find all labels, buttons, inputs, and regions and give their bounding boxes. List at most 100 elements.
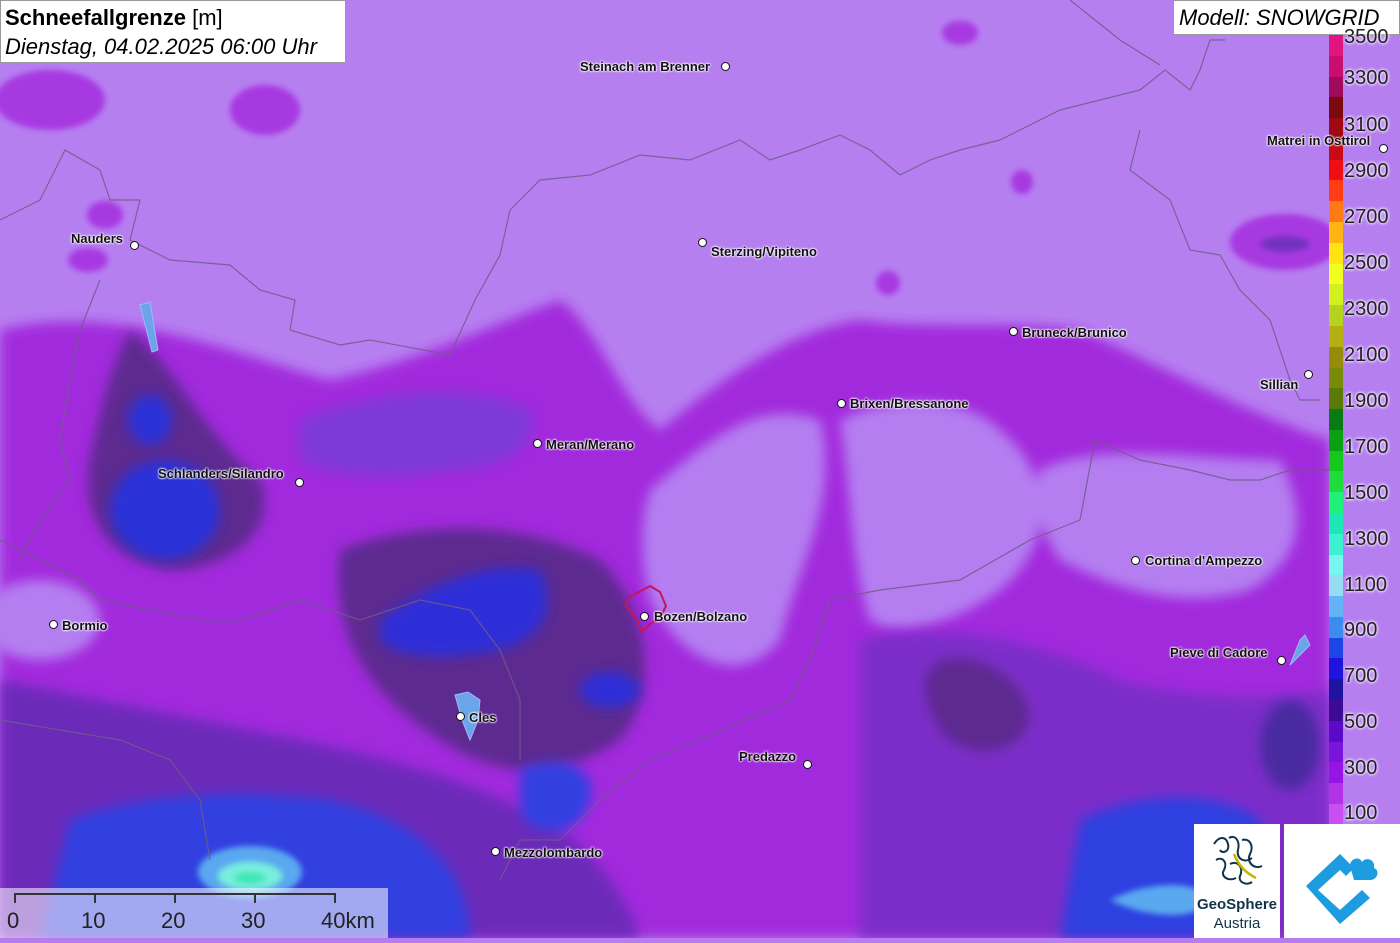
- legend-swatch: [1329, 616, 1343, 638]
- legend-label: 2900: [1344, 160, 1389, 182]
- scale-label: 30: [241, 908, 266, 933]
- legend-label: 700: [1344, 665, 1378, 687]
- scale-label: 0: [7, 908, 20, 933]
- legend-label: 2300: [1344, 298, 1389, 320]
- legend-label: 3100: [1344, 114, 1389, 136]
- legend-swatch: [1329, 658, 1343, 680]
- scale-tick: [94, 893, 96, 903]
- legend-swatch: [1329, 305, 1343, 326]
- city-label: Steinach am Brenner: [580, 59, 711, 74]
- legend-swatch: [1329, 367, 1343, 389]
- legend-label: 1100: [1344, 574, 1388, 596]
- legend-swatch: [1329, 450, 1343, 472]
- legend-label: 1300: [1344, 528, 1389, 550]
- city-label: Cortina d'Ampezzo: [1145, 553, 1263, 568]
- legend-swatch: [1329, 284, 1343, 306]
- city-label: Bormio: [62, 618, 108, 633]
- city-marker-icon[interactable]: [1379, 144, 1388, 153]
- scale-label: 20: [161, 908, 186, 933]
- legend-swatch: [1329, 803, 1343, 825]
- legend-label: 3500: [1344, 26, 1389, 48]
- legend-swatch: [1329, 97, 1343, 119]
- legend-swatch: [1329, 55, 1343, 77]
- city-marker-icon[interactable]: [803, 760, 812, 769]
- legend-label: 2100: [1344, 344, 1389, 366]
- legend-label: 2500: [1344, 252, 1389, 274]
- legend-swatch: [1329, 720, 1343, 742]
- scale-bar: 0 10 20 30 40km: [0, 888, 388, 938]
- legend-swatch: [1329, 700, 1343, 721]
- city-marker-icon[interactable]: [640, 612, 649, 621]
- city-marker-icon[interactable]: [130, 241, 139, 250]
- city-label: Schlanders/Silandro: [158, 466, 284, 481]
- city-label: Bozen/Bolzano: [654, 609, 748, 624]
- scale-tick: [334, 893, 336, 903]
- legend-swatch: [1329, 388, 1343, 410]
- city-marker-icon[interactable]: [533, 439, 542, 448]
- city-label: Bruneck/Brunico: [1022, 325, 1127, 340]
- legend-swatch: [1329, 596, 1343, 617]
- legend-label: 300: [1344, 757, 1378, 779]
- city-marker-icon[interactable]: [491, 847, 500, 856]
- city-marker-icon[interactable]: [295, 478, 304, 487]
- legend-swatch: [1329, 76, 1343, 98]
- legend-swatch: [1329, 201, 1343, 223]
- color-legend: 3500 3300 3100 2900 2700 2500 2300 2100 1900 1700…: [1329, 27, 1400, 825]
- legend-swatch: [1329, 325, 1343, 347]
- legend-swatch: [1329, 762, 1343, 784]
- city-marker-icon[interactable]: [49, 620, 58, 629]
- city-marker-icon[interactable]: [721, 62, 730, 71]
- legend-swatch: [1329, 512, 1343, 534]
- legend-swatch: [1329, 409, 1343, 430]
- city-marker-icon[interactable]: [1277, 656, 1286, 665]
- legend-swatch: [1329, 222, 1343, 243]
- scale-label: 40km: [321, 908, 375, 933]
- city-marker-icon[interactable]: [698, 238, 707, 247]
- city-label: Meran/Merano: [546, 437, 635, 452]
- city-label: Nauders: [71, 231, 124, 246]
- legend-swatch: [1329, 679, 1343, 700]
- scale-tick: [14, 893, 16, 903]
- legend-label: 900: [1344, 619, 1378, 641]
- city-marker-icon[interactable]: [1131, 556, 1140, 565]
- legend-swatch: [1329, 263, 1343, 285]
- city-label: Cles: [469, 710, 497, 725]
- city-marker-icon[interactable]: [1009, 327, 1018, 336]
- map-datetime: Dienstag, 04.02.2025 06:00 Uhr: [5, 34, 317, 59]
- legend-label: 2700: [1344, 206, 1389, 228]
- legend-swatch: [1329, 180, 1343, 202]
- map-title-box: Schneefallgrenze [m] Dienstag, 04.02.202…: [0, 0, 346, 63]
- city-label: Mezzolombardo: [504, 845, 603, 860]
- legend-swatch: [1329, 159, 1343, 181]
- legend-colorbar: [1329, 35, 1343, 825]
- legend-swatch: [1329, 429, 1343, 451]
- city-marker-icon[interactable]: [837, 399, 846, 408]
- city-label: Brixen/Bressanone: [850, 396, 969, 411]
- geosphere-country: Austria: [1213, 915, 1261, 932]
- scale-tick: [174, 893, 176, 903]
- legend-label: 1500: [1344, 482, 1389, 504]
- geosphere-name: GeoSphere: [1196, 896, 1278, 913]
- city-marker-icon[interactable]: [1304, 370, 1313, 379]
- legend-label: 1900: [1344, 390, 1389, 412]
- city-label: Sterzing/Vipiteno: [711, 244, 817, 259]
- house-cloud-icon: [1306, 854, 1378, 924]
- city-label: Pieve di Cadore: [1170, 645, 1268, 660]
- legend-swatch: [1329, 242, 1343, 264]
- legend-swatch: [1329, 554, 1343, 576]
- map-title: Schneefallgrenze [m]: [5, 5, 223, 30]
- city-label: Predazzo: [739, 749, 797, 764]
- city-label: Matrei in Osttirol: [1267, 133, 1371, 148]
- legend-swatch: [1329, 741, 1343, 763]
- legend-swatch: [1329, 471, 1343, 493]
- partner-logo[interactable]: [1284, 824, 1400, 938]
- legend-swatch: [1329, 783, 1343, 804]
- legend-label: 100: [1344, 802, 1378, 824]
- geosphere-logo[interactable]: GeoSphere Austria: [1194, 824, 1280, 938]
- scale-tick: [254, 893, 256, 903]
- legend-label: 500: [1344, 711, 1378, 733]
- legend-label: 3300: [1344, 67, 1389, 89]
- city-marker-icon[interactable]: [456, 712, 465, 721]
- legend-swatch: [1329, 35, 1343, 56]
- scale-label: 10: [81, 908, 106, 933]
